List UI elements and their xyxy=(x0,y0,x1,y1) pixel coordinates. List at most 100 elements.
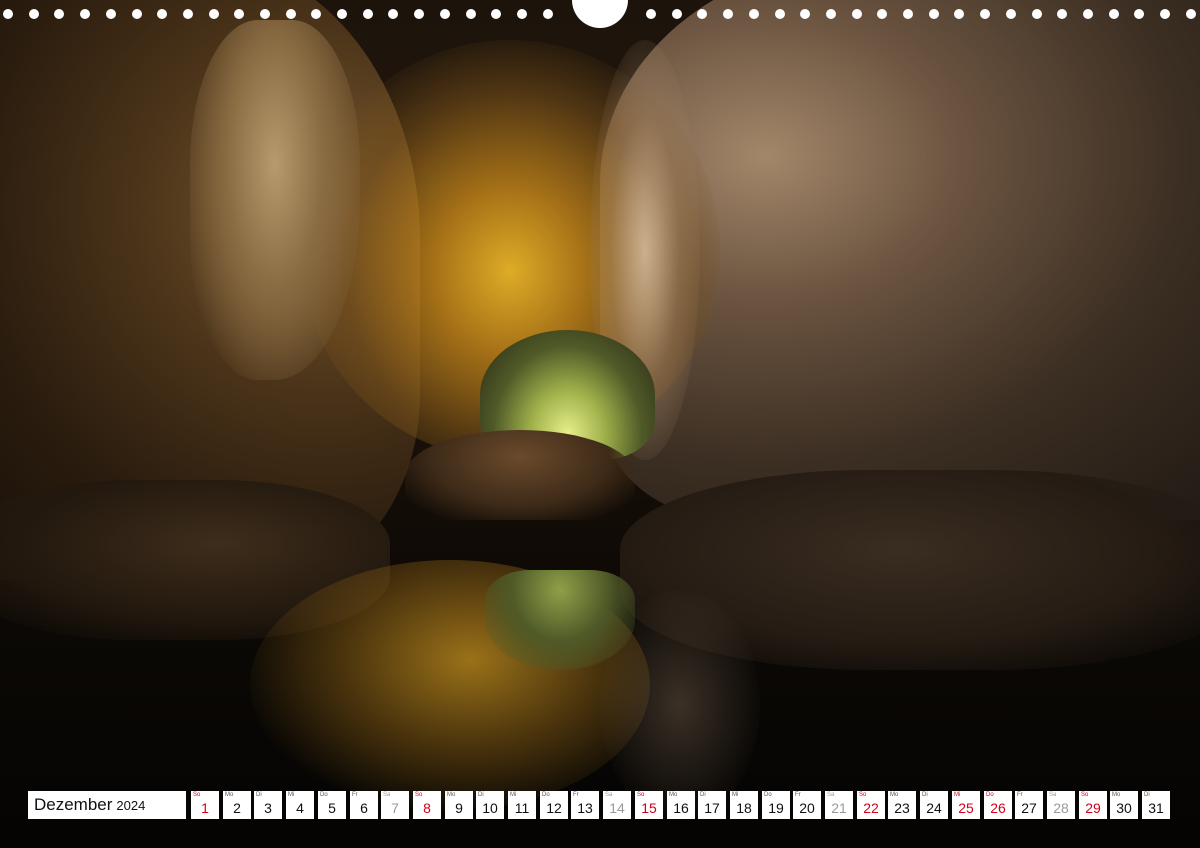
day-number: 3 xyxy=(264,800,272,816)
cave-photo xyxy=(0,0,1200,848)
day-cell: Mi 4 xyxy=(286,791,314,819)
day-cell: Mi 18 xyxy=(730,791,758,819)
day-weekday: Di xyxy=(478,792,484,798)
binding-hole xyxy=(1006,9,1016,19)
day-cell: Mi 25 xyxy=(952,791,980,819)
binding-hole xyxy=(132,9,142,19)
day-weekday: Sa xyxy=(1049,792,1057,798)
day-number: 28 xyxy=(1053,800,1069,816)
binding-hole xyxy=(980,9,990,19)
binding-hole xyxy=(80,9,90,19)
calendar-strip: Dezember 2024 So 1 Mo 2 Di 3 Mi 4 Do 5 Fr 6 Sa 7 So 8 Mo 9… xyxy=(28,791,1172,819)
day-weekday: Sa xyxy=(383,792,391,798)
binding-hole xyxy=(929,9,939,19)
calendar-page: Dezember 2024 So 1 Mo 2 Di 3 Mi 4 Do 5 Fr 6 Sa 7 So 8 Mo 9… xyxy=(0,0,1200,848)
binding-hole xyxy=(903,9,913,19)
day-cell: Di 10 xyxy=(476,791,504,819)
water-reflection-rock xyxy=(600,590,760,820)
binding-hole xyxy=(672,9,682,19)
day-weekday: So xyxy=(1081,792,1089,798)
day-number: 26 xyxy=(990,800,1006,816)
day-weekday: Fr xyxy=(573,792,579,798)
binding-hole xyxy=(1109,9,1119,19)
binding-hole xyxy=(749,9,759,19)
lit-rock-face xyxy=(190,20,360,380)
day-number: 5 xyxy=(328,800,336,816)
binding-hole xyxy=(1134,9,1144,19)
day-cell: Sa 21 xyxy=(825,791,853,819)
day-cell: Fr 27 xyxy=(1015,791,1043,819)
day-weekday: Sa xyxy=(827,792,835,798)
day-weekday: Mo xyxy=(1112,792,1121,798)
day-number: 9 xyxy=(455,800,463,816)
binding-hole xyxy=(260,9,270,19)
binding-hole xyxy=(775,9,785,19)
binding-hole xyxy=(29,9,39,19)
day-weekday: Fr xyxy=(1017,792,1023,798)
binding-hole xyxy=(106,9,116,19)
day-weekday: Mo xyxy=(447,792,456,798)
day-cell: Mi 11 xyxy=(508,791,536,819)
binding-hole xyxy=(337,9,347,19)
day-cell: So 1 xyxy=(191,791,219,819)
binding-hole xyxy=(209,9,219,19)
day-weekday: Di xyxy=(700,792,706,798)
month-year: 2024 xyxy=(116,798,146,813)
day-cell: Di 3 xyxy=(254,791,282,819)
day-cell: Fr 6 xyxy=(350,791,378,819)
binding-hole xyxy=(723,9,733,19)
day-cell: Do 26 xyxy=(984,791,1012,819)
day-weekday: Mo xyxy=(225,792,234,798)
day-weekday: Mi xyxy=(288,792,295,798)
day-weekday: Di xyxy=(256,792,262,798)
day-number: 10 xyxy=(482,800,498,816)
day-cell: Sa 14 xyxy=(603,791,631,819)
binding-hole xyxy=(697,9,707,19)
binding-hole xyxy=(517,9,527,19)
day-cell: Mo 2 xyxy=(223,791,251,819)
binding-hole xyxy=(311,9,321,19)
day-cell: Di 31 xyxy=(1142,791,1170,819)
binding-hole xyxy=(491,9,501,19)
day-number: 22 xyxy=(863,800,879,816)
binding-hole xyxy=(646,9,656,19)
day-cell: Mo 16 xyxy=(667,791,695,819)
month-label: Dezember 2024 xyxy=(28,791,186,819)
binding-hole xyxy=(1083,9,1093,19)
day-weekday: Mo xyxy=(890,792,899,798)
day-number: 19 xyxy=(768,800,784,816)
day-weekday: Mo xyxy=(669,792,678,798)
binding-hole xyxy=(877,9,887,19)
day-number: 2 xyxy=(233,800,241,816)
binding-hole xyxy=(157,9,167,19)
day-cell: Sa 7 xyxy=(381,791,409,819)
day-number: 13 xyxy=(577,800,593,816)
binding-hole xyxy=(466,9,476,19)
day-weekday: So xyxy=(859,792,867,798)
binding-hole xyxy=(800,9,810,19)
binding-hole xyxy=(3,9,13,19)
day-number: 15 xyxy=(641,800,657,816)
day-number: 12 xyxy=(546,800,562,816)
day-number: 24 xyxy=(926,800,942,816)
binding-hole xyxy=(363,9,373,19)
day-cell: Di 17 xyxy=(698,791,726,819)
day-weekday: Sa xyxy=(605,792,613,798)
day-number: 11 xyxy=(514,800,530,816)
day-weekday: So xyxy=(637,792,645,798)
binding-hole xyxy=(852,9,862,19)
day-number: 6 xyxy=(360,800,368,816)
day-cell: So 15 xyxy=(635,791,663,819)
day-cell: Do 5 xyxy=(318,791,346,819)
day-number: 31 xyxy=(1148,800,1164,816)
day-cell: Di 24 xyxy=(920,791,948,819)
binding-hole xyxy=(1057,9,1067,19)
day-weekday: Mi xyxy=(954,792,961,798)
day-number: 1 xyxy=(201,800,209,816)
binding-hole xyxy=(388,9,398,19)
day-weekday: Di xyxy=(1144,792,1150,798)
day-number: 18 xyxy=(736,800,752,816)
day-cell: So 8 xyxy=(413,791,441,819)
day-weekday: Do xyxy=(320,792,328,798)
day-number: 7 xyxy=(391,800,399,816)
